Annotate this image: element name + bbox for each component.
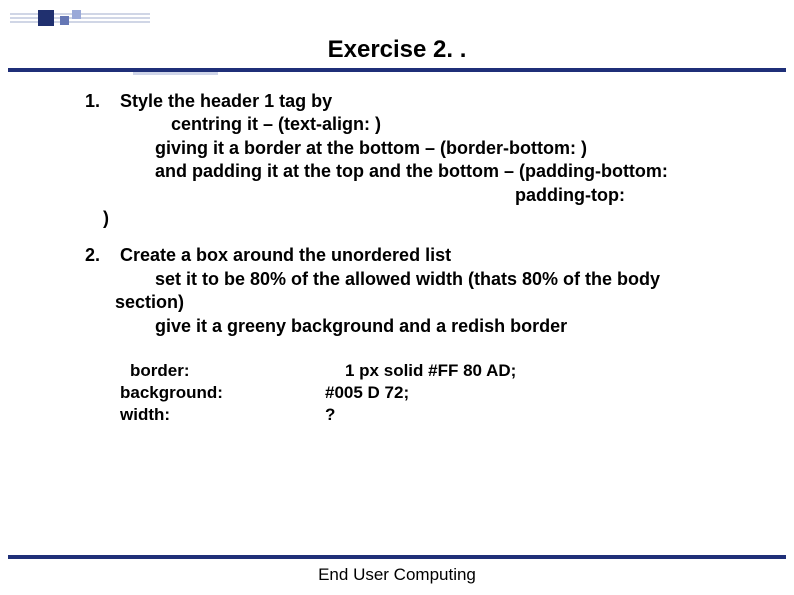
css-prop-background: background:: [120, 382, 325, 404]
title-underline: [8, 68, 786, 72]
item1-lead: Style the header 1 tag by: [120, 91, 332, 111]
slide-content: 1. Style the header 1 tag by centring it…: [85, 90, 754, 440]
item2-sub-b: give it a greeny background and a redish…: [85, 315, 754, 338]
item1-sub-c: and padding it at the top and the bottom…: [85, 160, 754, 183]
css-val-border: 1 px solid #FF 80 AD;: [345, 360, 516, 382]
top-left-decoration: [10, 10, 150, 28]
item1-number: 1.: [85, 90, 115, 113]
css-val-width: ?: [325, 404, 335, 426]
item1-sub-d: padding-top:: [85, 184, 754, 207]
item2-number: 2.: [85, 244, 115, 267]
css-val-background: #005 D 72;: [325, 382, 409, 404]
footer-text: End User Computing: [0, 565, 794, 585]
item2-sub-a-cont: section): [85, 291, 754, 314]
list-item-2: 2. Create a box around the unordered lis…: [85, 244, 754, 426]
css-prop-width: width:: [120, 404, 325, 426]
item1-sub-b: giving it a border at the bottom – (bord…: [85, 137, 754, 160]
css-example-block: border: 1 px solid #FF 80 AD; background…: [85, 360, 754, 426]
item1-close-paren: ): [85, 207, 754, 230]
item2-sub-a: set it to be 80% of the allowed width (t…: [85, 268, 754, 291]
footer-line: [8, 555, 786, 559]
css-prop-border: border:: [120, 360, 345, 382]
item1-sub-a: centring it – (text-align: ): [85, 113, 754, 136]
item2-lead: Create a box around the unordered list: [120, 245, 451, 265]
list-item-1: 1. Style the header 1 tag by centring it…: [85, 90, 754, 230]
slide-title: Exercise 2. .: [0, 36, 794, 64]
